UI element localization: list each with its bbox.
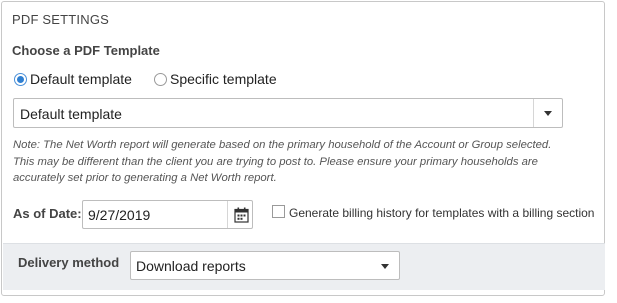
as-of-date-value: 9/27/2019	[88, 207, 151, 223]
template-select[interactable]: Default template	[13, 98, 563, 128]
as-of-date-label: As of Date:	[13, 206, 82, 221]
radio-button-selected[interactable]	[14, 72, 27, 86]
template-select-value: Default template	[20, 106, 122, 122]
template-label: Choose a PDF Template	[12, 43, 160, 58]
as-of-date-input[interactable]: 9/27/2019	[82, 200, 253, 229]
net-worth-note: Note: The Net Worth report will generate…	[13, 137, 593, 187]
billing-history-checkbox[interactable]	[272, 205, 285, 218]
note-line: Note: The Net Worth report will generate…	[13, 139, 552, 151]
calendar-icon[interactable]	[234, 207, 249, 228]
delivery-method-value: Download reports	[136, 258, 246, 274]
radio-default-template[interactable]: Default template	[14, 71, 132, 87]
chevron-down-icon[interactable]	[381, 264, 389, 269]
date-input-divider	[227, 201, 228, 228]
section-title: PDF SETTINGS	[12, 12, 110, 27]
select-divider	[533, 99, 534, 127]
pdf-settings-panel: PDF SETTINGS Choose a PDF Template Defau…	[1, 1, 605, 296]
radio-button-unselected[interactable]	[154, 72, 167, 86]
delivery-method-select[interactable]: Download reports	[130, 251, 400, 280]
chevron-down-icon[interactable]	[544, 111, 552, 116]
radio-specific-template[interactable]: Specific template	[154, 71, 277, 87]
note-line: This may be different than the client yo…	[13, 155, 538, 168]
radio-specific-template-label: Specific template	[170, 71, 277, 87]
note-line: accurately set prior to generating a Net…	[13, 172, 277, 184]
billing-history-label: Generate billing history for templates w…	[289, 206, 595, 220]
radio-default-template-label: Default template	[30, 71, 132, 87]
delivery-method-label: Delivery method	[18, 255, 120, 270]
